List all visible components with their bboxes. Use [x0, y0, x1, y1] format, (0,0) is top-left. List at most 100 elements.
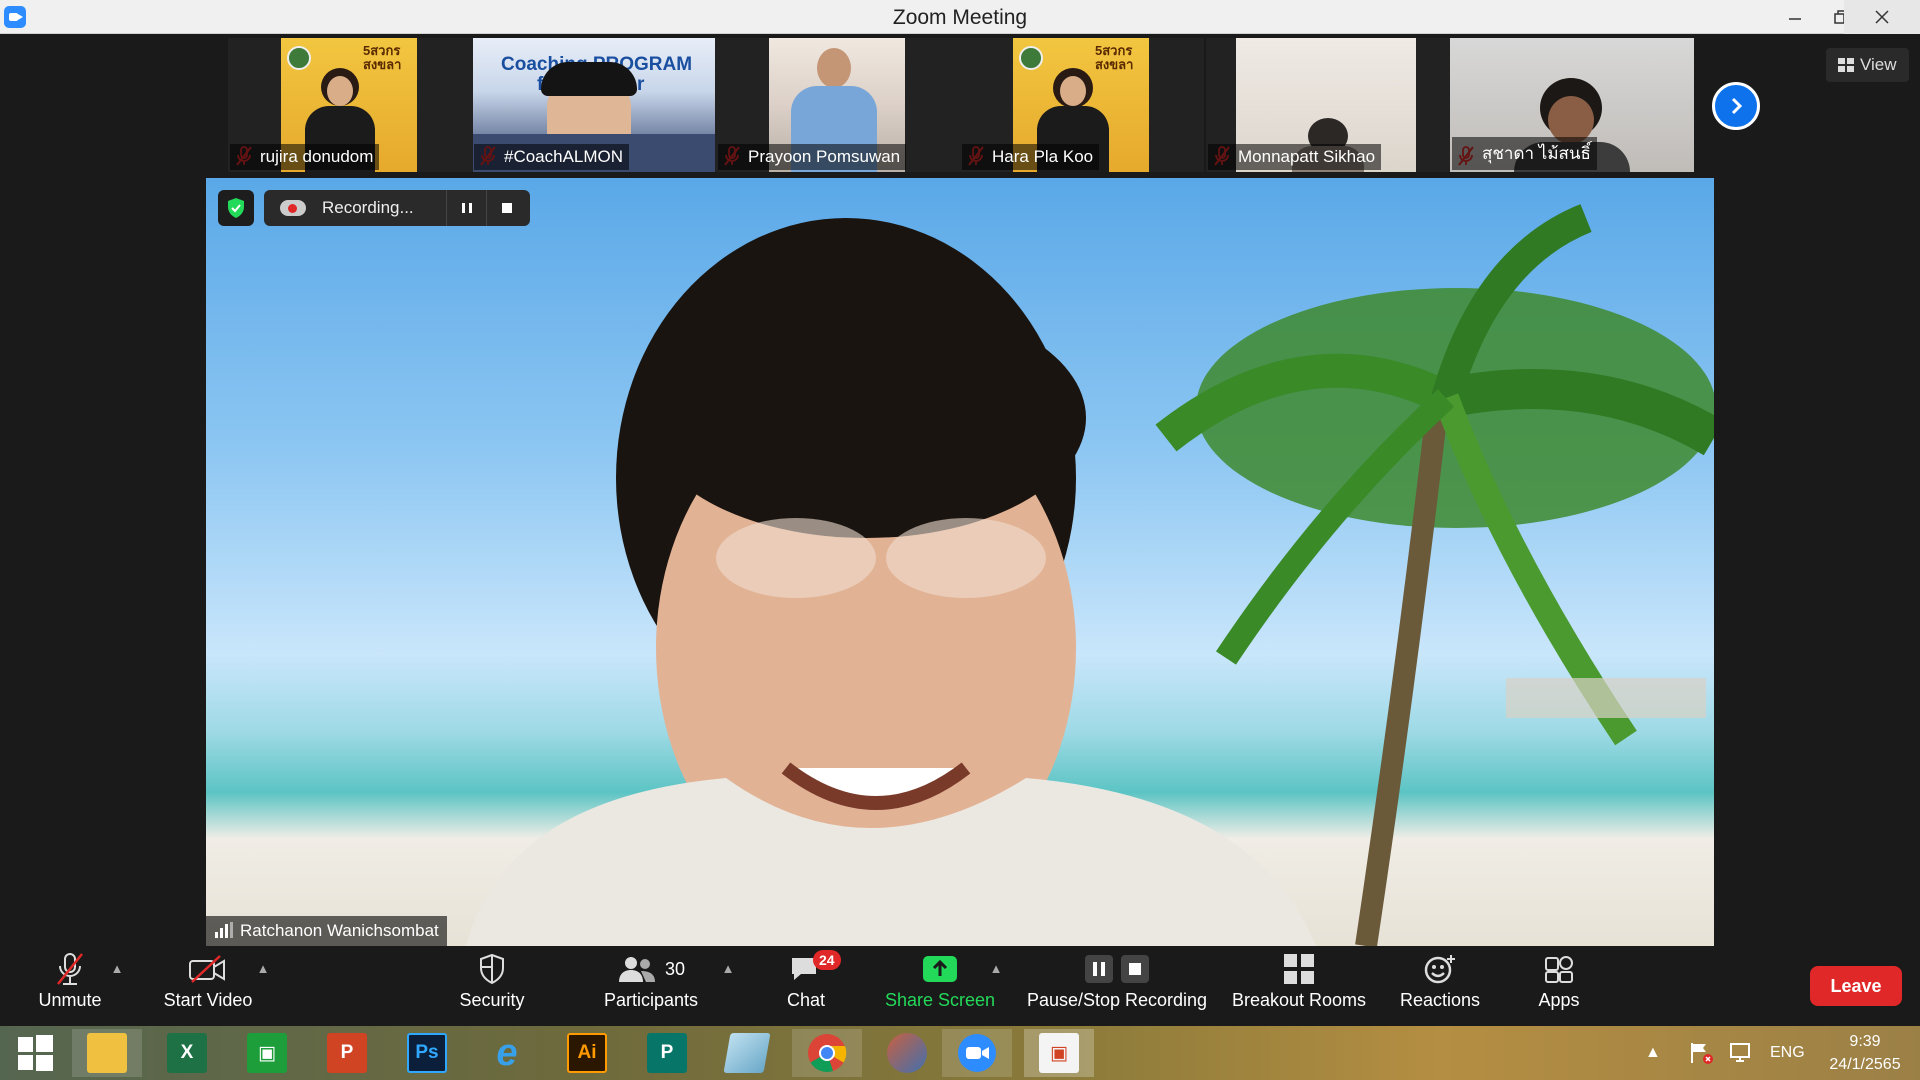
taskbar-publisher[interactable]: P — [632, 1029, 702, 1077]
taskbar-excel[interactable]: X — [152, 1029, 222, 1077]
pause-stop-recording-button[interactable]: Pause/Stop Recording — [1022, 946, 1212, 1026]
participants-label: Participants — [603, 990, 699, 1010]
taskbar-clock[interactable]: 9:39 24/1/2565 — [1816, 1030, 1914, 1076]
taskbar-notes[interactable] — [712, 1029, 782, 1077]
taskbar-store[interactable]: ▣ — [232, 1029, 302, 1077]
store-bag-icon: ▣ — [247, 1033, 287, 1073]
reactions-label: Reactions — [1399, 990, 1481, 1010]
next-page-button[interactable] — [1712, 82, 1760, 130]
view-label: View — [1860, 55, 1897, 74]
signal-bars-icon — [215, 922, 233, 938]
participant-name: #CoachALMON — [474, 144, 630, 170]
share-screen-label: Share Screen — [884, 990, 996, 1010]
stop-recording-button[interactable] — [486, 190, 526, 226]
window-title: Zoom Meeting — [892, 6, 1028, 29]
apps-label: Apps — [1538, 990, 1580, 1010]
publisher-icon: P — [647, 1033, 687, 1073]
encryption-shield-icon[interactable] — [218, 190, 254, 226]
start-video-label: Start Video — [163, 990, 253, 1010]
video-off-icon — [189, 955, 225, 983]
security-button[interactable]: Security — [452, 946, 532, 1026]
participant-tile[interactable]: Monnapatt Sikhao — [1206, 38, 1450, 172]
cloud-recording-icon — [280, 200, 306, 216]
participant-tile[interactable]: Prayoon Pomsuwan — [716, 38, 960, 172]
language-indicator[interactable]: ENG — [1770, 1026, 1805, 1080]
speaker-name-tag: Ratchanon Wanichsombat — [206, 916, 447, 946]
share-screen-icon — [923, 956, 957, 982]
participant-strip: 5สวกร สงขลา rujira donudom Coaching PROG… — [0, 34, 1920, 178]
internet-explorer-icon: e — [496, 1031, 518, 1074]
taskbar-powerpoint-alt[interactable]: ▣ — [1024, 1029, 1094, 1077]
participant-tile[interactable]: 5สวกร สงขลา rujira donudom — [228, 38, 472, 172]
security-label: Security — [459, 990, 525, 1010]
participants-options-caret[interactable]: ▲ — [720, 960, 736, 976]
taskbar-app-tool[interactable] — [872, 1029, 942, 1077]
participant-name: rujira donudom — [230, 144, 380, 170]
close-button[interactable] — [1844, 0, 1920, 34]
notes-icon — [723, 1033, 771, 1073]
virtual-background — [466, 204, 1714, 946]
action-center-flag-icon[interactable] — [1688, 1026, 1714, 1080]
chevron-right-icon — [1731, 97, 1743, 115]
taskbar-chrome[interactable] — [792, 1029, 862, 1077]
video-options-caret[interactable]: ▲ — [255, 960, 271, 976]
windows-logo-icon — [18, 1035, 53, 1071]
taskbar-internet-explorer[interactable]: e — [472, 1029, 542, 1077]
stop-icon — [1121, 955, 1149, 983]
taskbar-photoshop[interactable]: Ps — [392, 1029, 462, 1077]
audio-options-caret[interactable]: ▲ — [109, 960, 125, 976]
unmute-button[interactable]: Unmute — [30, 946, 110, 1026]
participants-button[interactable]: 30 Participants — [596, 946, 706, 1026]
breakout-rooms-button[interactable]: Breakout Rooms — [1230, 946, 1368, 1026]
chrome-icon — [808, 1034, 847, 1072]
start-button[interactable] — [0, 1029, 70, 1077]
minimize-button[interactable] — [1772, 0, 1818, 34]
emblem-icon — [1019, 46, 1043, 70]
taskbar-file-explorer[interactable] — [72, 1029, 142, 1077]
leave-button[interactable]: Leave — [1810, 966, 1902, 1006]
tray-overflow-caret[interactable]: ▲ — [1645, 1026, 1661, 1080]
pause-icon — [461, 203, 472, 213]
stop-icon — [501, 203, 512, 213]
participant-name: Prayoon Pomsuwan — [718, 144, 907, 170]
participant-name: Monnapatt Sikhao — [1208, 144, 1382, 170]
share-options-caret[interactable]: ▲ — [988, 960, 1004, 976]
reactions-smiley-icon — [1424, 955, 1455, 984]
tool-icon — [887, 1033, 927, 1073]
participant-tile[interactable]: 5สวกร สงขลา Hara Pla Koo — [960, 38, 1204, 172]
recording-label: Recording... — [322, 198, 414, 217]
slideshow-icon: ▣ — [1039, 1033, 1079, 1073]
taskbar-illustrator[interactable]: Ai — [552, 1029, 622, 1077]
pause-recording-button[interactable] — [446, 190, 486, 226]
poster-text: 5สวกร สงขลา — [363, 43, 402, 72]
windows-taskbar: X ▣ P Ps e Ai P ▣ ▲ ENG 9:39 24/1/2565 — [0, 1026, 1920, 1080]
participant-tile[interactable]: สุชาดา ไม้สนธิ์ — [1450, 38, 1694, 172]
participant-name: Hara Pla Koo — [962, 144, 1100, 170]
pause-icon — [1085, 955, 1113, 983]
participant-tile[interactable]: Coaching PROGRAM for rer #CoachALMON — [472, 38, 716, 172]
pause-stop-recording-label: Pause/Stop Recording — [1026, 990, 1208, 1010]
taskbar-zoom[interactable] — [942, 1029, 1012, 1077]
taskbar-powerpoint[interactable]: P — [312, 1029, 382, 1077]
view-button[interactable]: View — [1826, 48, 1909, 82]
active-speaker-video[interactable]: Recording... Ratchanon Wanichsombat — [206, 178, 1714, 946]
chat-unread-badge: 24 — [813, 950, 841, 970]
reactions-button[interactable]: Reactions — [1396, 946, 1484, 1026]
recording-indicator: Recording... — [264, 190, 530, 226]
clock-time: 9:39 — [1849, 1033, 1881, 1050]
illustrator-icon: Ai — [567, 1033, 607, 1073]
zoom-icon — [958, 1034, 996, 1072]
zoom-app-window: Zoom Meeting 5สวกร สงขลา rujira donudom — [0, 0, 1920, 1080]
unmute-label: Unmute — [38, 990, 102, 1010]
emblem-icon — [287, 46, 311, 70]
participants-icon — [618, 957, 655, 982]
photoshop-icon: Ps — [407, 1033, 447, 1073]
chat-button[interactable]: 24 Chat — [776, 946, 841, 1026]
share-screen-button[interactable]: Share Screen — [882, 946, 998, 1026]
network-icon[interactable] — [1728, 1026, 1754, 1080]
start-video-button[interactable]: Start Video — [158, 946, 258, 1026]
close-icon — [1875, 10, 1889, 24]
participants-count: 30 — [664, 958, 686, 979]
apps-icon — [1545, 956, 1573, 983]
apps-button[interactable]: Apps — [1528, 946, 1590, 1026]
